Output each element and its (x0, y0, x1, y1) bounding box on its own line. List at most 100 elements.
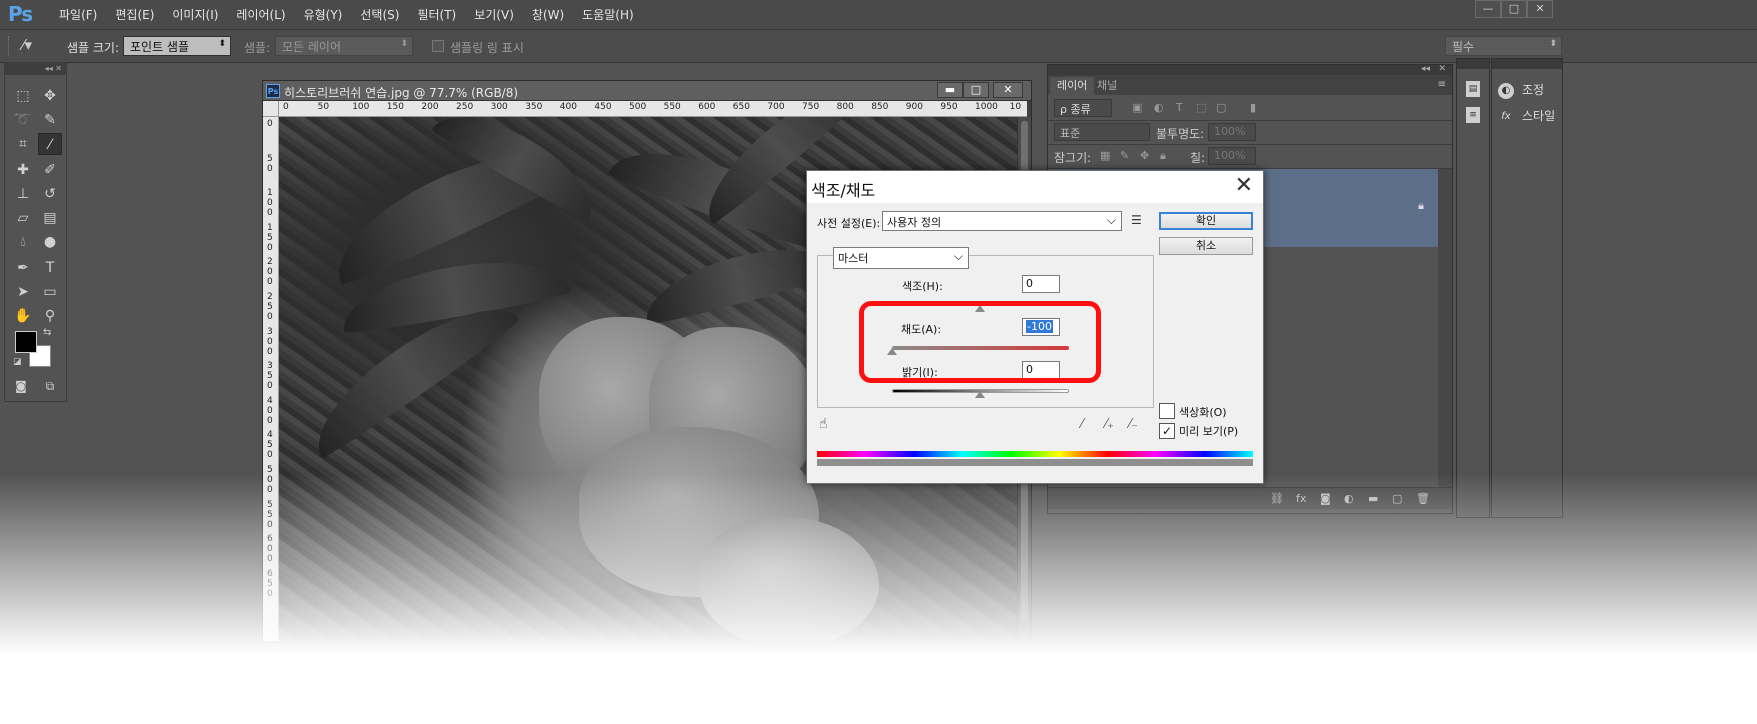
lock-position-icon[interactable]: ✥ (1140, 149, 1149, 162)
tools-panel-header[interactable]: ◂◂ ✕ (5, 63, 66, 75)
menu-item[interactable]: 레이어(L) (227, 0, 294, 30)
styles-item[interactable]: fx 스타일 (1498, 107, 1555, 125)
move-tool-icon[interactable]: ✥ (38, 85, 62, 107)
menu-item[interactable]: 유형(Y) (295, 0, 352, 30)
delete-layer-icon[interactable]: 🗑︎ (1416, 492, 1430, 505)
menu-item[interactable]: 선택(S) (351, 0, 408, 30)
dialog-title-bar[interactable]: 색조/채도 ✕ (807, 171, 1263, 203)
foreground-color-swatch[interactable] (15, 331, 37, 353)
eyedropper-tool-icon[interactable]: ⁄ (38, 133, 62, 155)
gradient-tool-icon[interactable]: ▤ (38, 207, 62, 229)
preset-options-icon[interactable]: ☰ (1131, 213, 1142, 227)
close-button[interactable]: ✕ (1527, 0, 1553, 18)
stamp-tool-icon[interactable]: ⊥ (11, 183, 35, 205)
history-brush-tool-icon[interactable]: ↺ (38, 183, 62, 205)
type-tool-icon[interactable]: T (38, 257, 62, 279)
shape-filter-icon[interactable]: ⬚ (1196, 101, 1206, 114)
smart-object-filter-icon[interactable]: ▢ (1216, 101, 1226, 114)
sample-size-select[interactable]: 포인트 샘플 ⬍ (123, 36, 231, 56)
image-filter-icon[interactable]: ▣ (1132, 101, 1142, 114)
adjustment-filter-icon[interactable]: ◐ (1154, 101, 1164, 114)
panel-menu-icon[interactable]: ≡ (1438, 79, 1446, 90)
show-ring-checkbox[interactable] (432, 40, 444, 52)
filter-toggle-icon[interactable]: ▮ (1250, 101, 1256, 114)
dialog-close-icon[interactable]: ✕ (1235, 173, 1253, 198)
brush-tool-icon[interactable]: ✐ (38, 159, 62, 181)
preview-checkbox[interactable]: ✓ (1159, 423, 1175, 439)
hand-tool-icon[interactable]: ✋ (11, 305, 35, 327)
targeted-adjustment-hand-icon[interactable]: ☝ (819, 416, 828, 432)
new-layer-icon[interactable]: ▢ (1392, 492, 1402, 505)
side-panel-header[interactable] (1457, 59, 1489, 69)
side-icon-panel: ▤ ≡ (1456, 58, 1490, 518)
minimize-button[interactable]: — (1475, 0, 1501, 18)
eyedropper-minus-icon[interactable]: ⁄₋ (1129, 417, 1138, 432)
vertical-ruler[interactable]: 0 50 100 150 200 250 300 350 400 450 500 550 600 650 (263, 117, 279, 641)
fill-field[interactable]: 100% (1208, 147, 1256, 165)
workspace-select[interactable]: 필수 ⬍ (1445, 36, 1562, 56)
adjust-panel-header[interactable] (1492, 59, 1562, 69)
menu-item[interactable]: 편집(E) (106, 0, 163, 30)
layers-scrollbar[interactable] (1438, 169, 1452, 487)
marquee-tool-icon[interactable]: ⬚ (11, 85, 35, 107)
doc-close-button[interactable]: ✕ (993, 82, 1023, 98)
swap-colors-icon[interactable]: ⇆ (43, 327, 51, 338)
tab-channels[interactable]: 채널 (1090, 77, 1124, 95)
panel-close-icon[interactable]: ✕ (1438, 64, 1446, 74)
lock-transparency-icon[interactable]: ▦ (1100, 149, 1110, 162)
adjustment-layer-icon[interactable]: ◐ (1344, 492, 1354, 505)
lock-all-icon[interactable]: 🔒︎ (1160, 149, 1166, 163)
pen-tool-icon[interactable]: ✒ (11, 257, 35, 279)
cancel-button[interactable]: 취소 (1159, 237, 1253, 255)
add-mask-icon[interactable]: ◙ (1320, 492, 1331, 505)
default-colors-icon[interactable]: ◪ (13, 357, 22, 367)
menu-item[interactable]: 도움말(H) (573, 0, 643, 30)
path-select-tool-icon[interactable]: ➤ (11, 281, 35, 303)
preset-select[interactable]: 사용자 정의 ⌵ (882, 211, 1122, 231)
blend-mode-select[interactable]: 표준 (1054, 123, 1150, 141)
shape-tool-icon[interactable]: ▭ (38, 281, 62, 303)
quick-select-tool-icon[interactable]: ✎ (38, 109, 62, 131)
menu-item[interactable]: 보기(V) (465, 0, 523, 30)
new-group-icon[interactable]: ▬ (1368, 492, 1378, 505)
eraser-tool-icon[interactable]: ▱ (11, 207, 35, 229)
eyedropper-icon[interactable]: ⁄ (1081, 417, 1083, 432)
menu-item[interactable]: 필터(T) (408, 0, 465, 30)
eyedropper-plus-icon[interactable]: ⁄₊ (1105, 417, 1114, 432)
tab-layers[interactable]: 레이어 (1050, 77, 1095, 95)
adjustments-item[interactable]: ◐ 조정 (1498, 81, 1544, 99)
eyedropper-tool-icon[interactable]: ⁄▾ (22, 36, 32, 54)
notes-icon[interactable]: ≡ (1466, 107, 1480, 123)
restore-button[interactable]: □ (1501, 0, 1527, 18)
blur-tool-icon[interactable]: 💧︎ (11, 231, 35, 253)
healing-brush-tool-icon[interactable]: ✚ (11, 159, 35, 181)
lock-pixels-icon[interactable]: ✎ (1120, 149, 1129, 162)
channel-select[interactable]: 마스터 ⌵ (833, 247, 969, 269)
properties-icon[interactable]: ▤ (1466, 81, 1480, 97)
lasso-tool-icon[interactable]: ➰ (11, 109, 35, 131)
lightness-slider-thumb[interactable] (975, 391, 985, 398)
zoom-tool-icon[interactable]: ⚲ (38, 305, 62, 327)
ok-button[interactable]: 확인 (1159, 212, 1253, 230)
type-filter-icon[interactable]: T (1176, 101, 1183, 114)
screen-mode-icon[interactable]: ⧉ (38, 375, 62, 397)
opacity-field[interactable]: 100% (1208, 123, 1256, 141)
collapse-icon[interactable]: ◂◂ (1421, 64, 1430, 74)
layers-panel-header[interactable]: ◂◂ ✕ (1048, 64, 1452, 75)
doc-restore-button[interactable]: □ (963, 82, 989, 98)
menu-item[interactable]: 이미지(I) (163, 0, 227, 30)
layer-style-icon[interactable]: fx (1296, 492, 1306, 505)
doc-minimize-button[interactable]: ▬ (937, 82, 963, 98)
dodge-tool-icon[interactable]: ● (38, 231, 62, 253)
menu-item[interactable]: 창(W) (523, 0, 573, 30)
hue-input[interactable]: 0 (1022, 275, 1060, 293)
kind-filter-select[interactable]: ρ 종류 (1054, 99, 1112, 117)
quick-mask-icon[interactable]: ◙ (9, 375, 33, 397)
link-layers-icon[interactable]: ⛓ (1270, 492, 1284, 505)
horizontal-ruler[interactable]: 0 50 100 150 200 250 300 350 400 450 500 550 600 650 7… (279, 101, 1027, 117)
sample-select[interactable]: 모든 레이어 ⬍ (275, 36, 413, 56)
crop-tool-icon[interactable]: ⌗ (11, 133, 35, 155)
colorize-checkbox[interactable] (1159, 403, 1175, 419)
menu-item[interactable]: 파일(F) (50, 0, 106, 30)
document-title-bar[interactable]: Ps 히스토리브러쉬 연습.jpg @ 77.7% (RGB/8) ▬ □ ✕ (263, 81, 1031, 101)
